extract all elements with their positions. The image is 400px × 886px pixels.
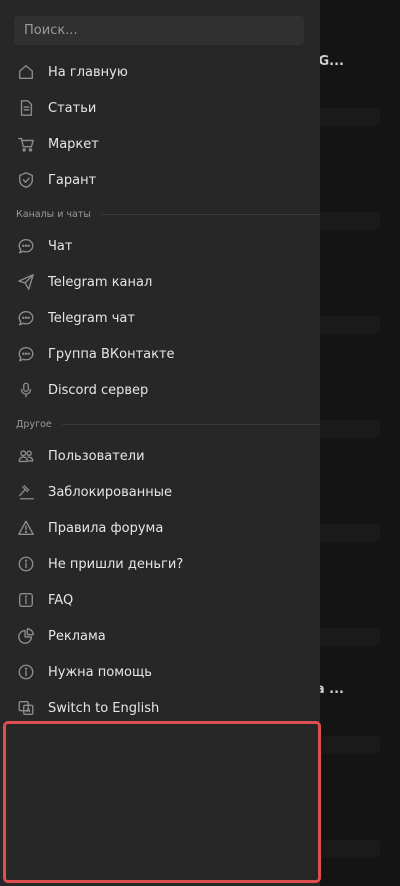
menu-item-label: Telegram чат xyxy=(48,310,135,326)
menu-item-users[interactable]: Пользователи xyxy=(0,438,320,474)
menu-item-discord[interactable]: Discord сервер xyxy=(0,372,320,408)
menu-item-guarantor[interactable]: Гарант xyxy=(0,162,320,198)
menu-item-label: Нужна помощь xyxy=(48,664,152,680)
menu-item-label: Не пришли деньги? xyxy=(48,556,184,572)
chat-bubble-icon xyxy=(16,344,36,364)
menu-item-market[interactable]: Маркет xyxy=(0,126,320,162)
info-circle-icon xyxy=(16,662,36,682)
shield-check-icon xyxy=(16,170,36,190)
menu-item-label: Telegram канал xyxy=(48,274,153,290)
section-header-channels: Каналы и чаты xyxy=(16,207,320,221)
menu-item-chat[interactable]: Чат xyxy=(0,228,320,264)
section-title: Другое xyxy=(16,418,52,430)
warning-triangle-icon xyxy=(16,518,36,538)
menu-item-label: Статьи xyxy=(48,100,97,116)
menu-item-label: Switch to English xyxy=(48,700,160,716)
divider xyxy=(100,213,320,215)
background-thread-title[interactable]: а ... xyxy=(316,682,344,697)
search-box xyxy=(14,16,304,45)
chat-bubble-icon xyxy=(16,236,36,256)
document-icon xyxy=(16,98,36,118)
telegram-send-icon xyxy=(16,272,36,292)
menu-item-telegram-channel[interactable]: Telegram канал xyxy=(0,264,320,300)
menu-item-label: Гарант xyxy=(48,172,97,188)
highlighted-empty-area xyxy=(3,721,321,883)
menu-item-forum-rules[interactable]: Правила форума xyxy=(0,510,320,546)
navigation-drawer: На главную Статьи Маркет Гарант Каналы и… xyxy=(0,0,321,886)
menu-item-banned[interactable]: Заблокированные xyxy=(0,474,320,510)
microphone-icon xyxy=(16,380,36,400)
chat-bubble-icon xyxy=(16,308,36,328)
menu-item-articles[interactable]: Статьи xyxy=(0,90,320,126)
menu-item-label: Чат xyxy=(48,238,73,254)
menu-item-label: Пользователи xyxy=(48,448,145,464)
menu-item-home[interactable]: На главную xyxy=(0,54,320,90)
menu-item-vk-group[interactable]: Группа ВКонтакте xyxy=(0,336,320,372)
menu-item-need-help[interactable]: Нужна помощь xyxy=(0,654,320,690)
divider xyxy=(61,423,320,425)
cart-icon xyxy=(16,134,36,154)
menu-item-label: Discord сервер xyxy=(48,382,149,398)
pie-chart-icon xyxy=(16,626,36,646)
language-icon xyxy=(16,698,36,718)
menu-item-advertising[interactable]: Реклама xyxy=(0,618,320,654)
menu-item-label: FAQ xyxy=(48,592,74,608)
section-title: Каналы и чаты xyxy=(16,208,91,220)
users-icon xyxy=(16,446,36,466)
menu-item-faq[interactable]: FAQ xyxy=(0,582,320,618)
menu-item-label: На главную xyxy=(48,64,128,80)
menu-item-money-not-received[interactable]: Не пришли деньги? xyxy=(0,546,320,582)
home-icon xyxy=(16,62,36,82)
gavel-icon xyxy=(16,482,36,502)
menu-item-label: Правила форума xyxy=(48,520,164,536)
menu-item-telegram-chat[interactable]: Telegram чат xyxy=(0,300,320,336)
search-input[interactable] xyxy=(24,23,304,38)
menu-item-label: Заблокированные xyxy=(48,484,172,500)
menu-item-label: Группа ВКонтакте xyxy=(48,346,175,362)
menu-item-label: Реклама xyxy=(48,628,106,644)
info-circle-icon xyxy=(16,554,36,574)
menu-item-label: Маркет xyxy=(48,136,99,152)
section-header-other: Другое xyxy=(16,417,320,431)
info-square-icon xyxy=(16,590,36,610)
